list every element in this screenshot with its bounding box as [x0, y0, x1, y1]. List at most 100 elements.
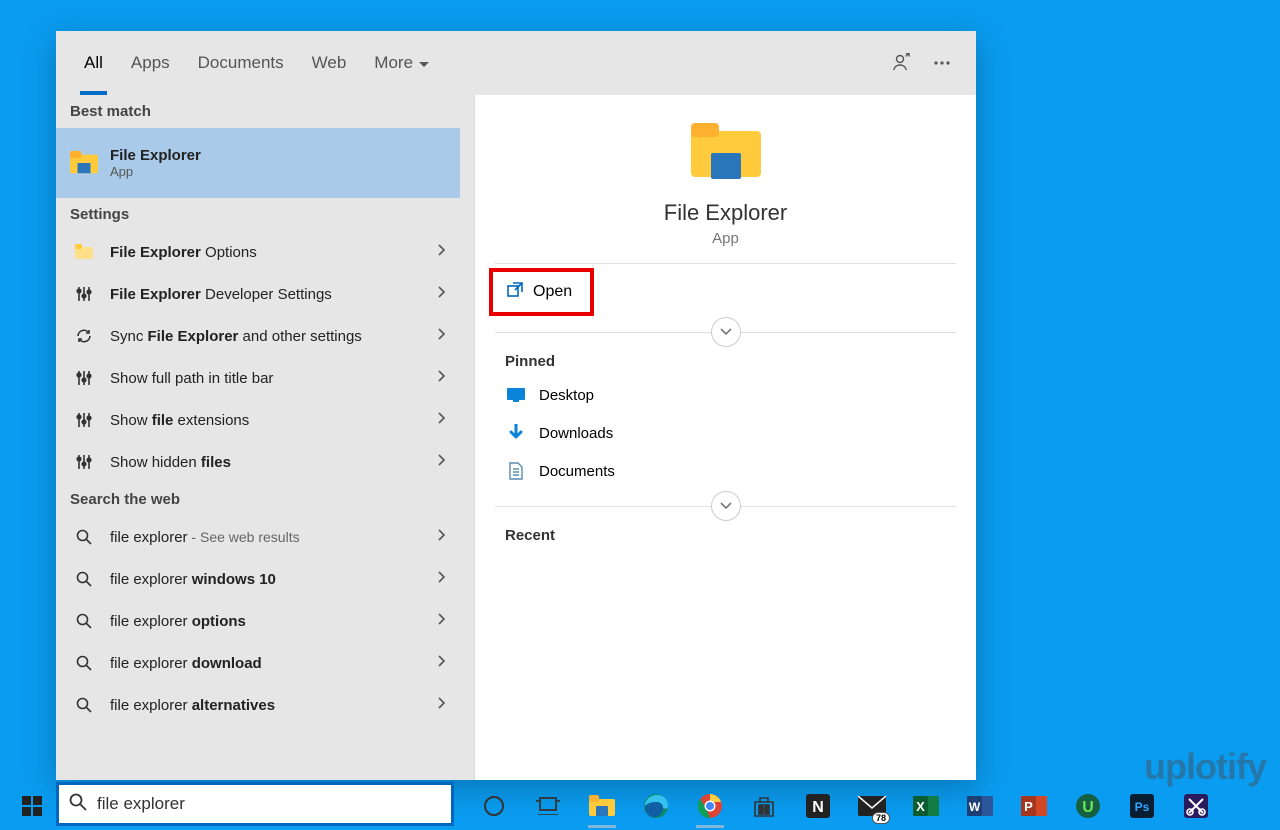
settings-item[interactable]: File Explorer Developer Settings [56, 273, 460, 315]
photoshop-icon[interactable]: Ps [1120, 784, 1164, 828]
chevron-right-icon [438, 528, 446, 546]
search-icon [70, 649, 98, 677]
pinned-item-label: Documents [539, 463, 615, 480]
folder-large-icon [691, 123, 761, 186]
settings-item[interactable]: Sync File Explorer and other settings [56, 315, 460, 357]
open-icon [507, 282, 523, 303]
store-icon[interactable] [742, 784, 786, 828]
chevron-right-icon [438, 453, 446, 471]
svg-text:U: U [1082, 799, 1094, 816]
recent-heading: Recent [475, 517, 976, 550]
section-settings: Settings [56, 198, 460, 231]
file-explorer-taskbar-icon[interactable] [580, 784, 624, 828]
search-tabs: All Apps Documents Web More [56, 31, 976, 95]
tab-web[interactable]: Web [298, 31, 361, 95]
search-icon [70, 691, 98, 719]
task-view-icon[interactable] [526, 784, 570, 828]
chrome-icon[interactable] [688, 784, 732, 828]
tab-documents[interactable]: Documents [184, 31, 298, 95]
word-icon[interactable]: W [958, 784, 1002, 828]
more-options-icon[interactable] [922, 43, 962, 83]
svg-text:Ps: Ps [1135, 800, 1150, 814]
pinned-item-label: Desktop [539, 387, 594, 404]
cortana-icon[interactable] [472, 784, 516, 828]
chevron-right-icon [438, 327, 446, 345]
watermark-text: uplotify [1144, 746, 1266, 788]
tab-apps[interactable]: Apps [117, 31, 184, 95]
sliders-icon [70, 364, 98, 392]
settings-item-label: Show file extensions [110, 412, 438, 429]
sliders-icon [70, 406, 98, 434]
mail-icon[interactable]: 78 [850, 784, 894, 828]
settings-item-label: Show hidden files [110, 454, 438, 471]
best-match-item[interactable]: File Explorer App [56, 128, 460, 198]
pinned-item[interactable]: Downloads [475, 414, 976, 452]
folder-small-icon [70, 238, 98, 266]
best-match-title: File Explorer [110, 147, 446, 164]
settings-item-label: File Explorer Developer Settings [110, 286, 438, 303]
settings-item-label: Show full path in title bar [110, 370, 438, 387]
edge-icon[interactable] [634, 784, 678, 828]
search-icon [70, 565, 98, 593]
settings-item[interactable]: Show hidden files [56, 441, 460, 483]
settings-item[interactable]: File Explorer Options [56, 231, 460, 273]
utorrent-icon[interactable]: U [1066, 784, 1110, 828]
pinned-item[interactable]: Documents [475, 452, 976, 490]
expand-actions-button[interactable] [711, 317, 741, 347]
tab-more[interactable]: More [360, 31, 443, 95]
web-result-label: file explorer alternatives [110, 697, 438, 714]
powerpoint-icon[interactable]: P [1012, 784, 1056, 828]
svg-text:N: N [812, 799, 824, 816]
svg-text:P: P [1024, 799, 1033, 814]
svg-text:W: W [969, 800, 981, 814]
preview-header: File Explorer App [475, 95, 976, 263]
chevron-right-icon [438, 369, 446, 387]
taskbar: N 78 X W P U Ps [0, 782, 1280, 830]
web-result-item[interactable]: file explorer windows 10 [56, 558, 460, 600]
desktop-icon [505, 388, 527, 402]
preview-pane: File Explorer App Open [474, 95, 976, 780]
web-result-item[interactable]: file explorer alternatives [56, 684, 460, 726]
feedback-icon[interactable] [882, 43, 922, 83]
folder-icon [70, 149, 98, 177]
web-result-item[interactable]: file explorer - See web results [56, 516, 460, 558]
download-icon [505, 424, 527, 442]
results-list: Best match File Explorer App Settings Fi… [56, 95, 460, 780]
search-icon [70, 523, 98, 551]
settings-item[interactable]: Show file extensions [56, 399, 460, 441]
mail-badge: 78 [872, 812, 890, 824]
search-icon [70, 607, 98, 635]
sliders-icon [70, 280, 98, 308]
start-search-panel: All Apps Documents Web More Best match [56, 31, 976, 780]
chevron-right-icon [438, 696, 446, 714]
settings-item-label: File Explorer Options [110, 244, 438, 261]
notion-icon[interactable]: N [796, 784, 840, 828]
open-label[interactable]: Open [533, 283, 572, 301]
settings-item[interactable]: Show full path in title bar [56, 357, 460, 399]
web-result-label: file explorer options [110, 613, 438, 630]
pinned-item-label: Downloads [539, 425, 613, 442]
pinned-heading: Pinned [475, 343, 976, 376]
chevron-down-icon [419, 53, 429, 73]
web-result-label: file explorer - See web results [110, 529, 438, 546]
svg-text:X: X [916, 799, 925, 814]
start-button[interactable] [10, 784, 54, 828]
web-result-item[interactable]: file explorer options [56, 600, 460, 642]
settings-item-label: Sync File Explorer and other settings [110, 328, 438, 345]
web-result-label: file explorer windows 10 [110, 571, 438, 588]
excel-icon[interactable]: X [904, 784, 948, 828]
preview-title: File Explorer [664, 200, 787, 226]
chevron-right-icon [438, 285, 446, 303]
web-result-item[interactable]: file explorer download [56, 642, 460, 684]
sliders-icon [70, 448, 98, 476]
web-result-label: file explorer download [110, 655, 438, 672]
tab-all[interactable]: All [70, 31, 117, 95]
chevron-right-icon [438, 411, 446, 429]
section-search-web: Search the web [56, 483, 460, 516]
expand-pinned-button[interactable] [711, 491, 741, 521]
chevron-right-icon [438, 243, 446, 261]
open-action-highlight: Open [489, 268, 594, 316]
pinned-item[interactable]: Desktop [475, 376, 976, 414]
snipping-tool-icon[interactable] [1174, 784, 1218, 828]
sync-icon [70, 322, 98, 350]
